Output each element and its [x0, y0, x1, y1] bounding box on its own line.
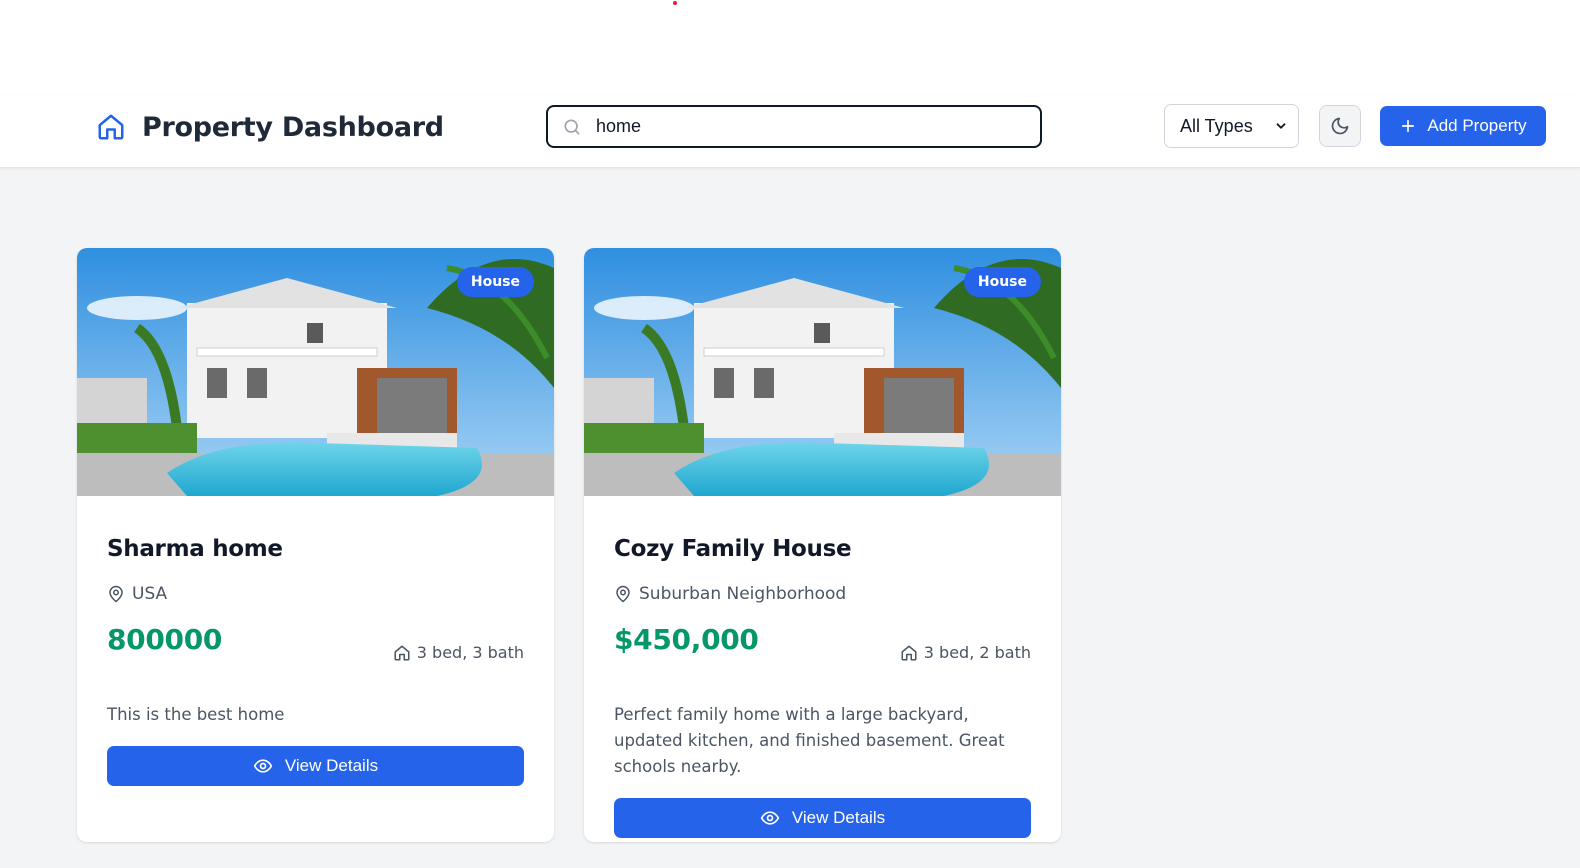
specs-text: 3 bed, 3 bath [416, 643, 524, 662]
view-details-label: View Details [791, 808, 886, 827]
location-text: Suburban Neighborhood [639, 584, 847, 604]
property-image: House [77, 248, 554, 496]
view-details-button[interactable]: View Details [614, 798, 1031, 838]
location-text: USA [132, 584, 168, 604]
price-row: $450,000 3 bed, 2 bath [614, 616, 1031, 662]
home-icon [393, 644, 411, 662]
property-description: This is the best home [107, 705, 285, 724]
property-description: Perfect family home with a large backyar… [614, 705, 1005, 776]
property-image: House [584, 248, 1061, 496]
chevron-down-icon [1274, 119, 1288, 133]
type-filter-value: All Types [1180, 115, 1253, 136]
search-input[interactable] [596, 111, 1016, 142]
add-property-label: Add Property [1427, 116, 1527, 135]
search-icon [562, 117, 582, 137]
map-pin-icon [107, 585, 125, 603]
property-title: Cozy Family House [614, 536, 852, 562]
property-card: House Cozy Family House Suburban Neighbo… [584, 248, 1061, 842]
type-filter-select[interactable]: All Types [1164, 104, 1299, 148]
app-header: Property Dashboard All Types [0, 96, 1580, 168]
moon-icon [1330, 116, 1350, 136]
map-pin-icon [614, 585, 632, 603]
plus-icon [1399, 117, 1417, 135]
view-details-label: View Details [284, 756, 379, 775]
price-row: 800000 3 bed, 3 bath [107, 616, 524, 662]
search-box[interactable] [546, 105, 1042, 148]
type-badge: House [456, 267, 534, 297]
view-details-button[interactable]: View Details [107, 746, 524, 786]
add-property-button[interactable]: Add Property [1380, 106, 1546, 146]
specs-text: 3 bed, 2 bath [923, 643, 1031, 662]
property-title: Sharma home [107, 536, 283, 562]
property-location: USA [107, 584, 524, 604]
home-icon [96, 112, 126, 142]
property-location: Suburban Neighborhood [614, 584, 1031, 604]
theme-toggle-button[interactable] [1319, 105, 1361, 147]
property-grid: House Sharma home USA 800000 3 bed, 3 ba… [77, 248, 1061, 842]
loading-dot [673, 1, 677, 5]
home-icon [900, 644, 918, 662]
property-price: $450,000 [614, 623, 759, 656]
property-card: House Sharma home USA 800000 3 bed, 3 ba… [77, 248, 554, 842]
page-title: Property Dashboard [142, 111, 444, 143]
brand: Property Dashboard [96, 109, 444, 145]
top-blank-area [0, 0, 1580, 96]
eye-icon [253, 756, 273, 776]
property-specs: 3 bed, 2 bath [900, 643, 1031, 662]
eye-icon [760, 808, 780, 828]
type-badge: House [963, 267, 1041, 297]
property-specs: 3 bed, 3 bath [393, 643, 524, 662]
property-price: 800000 [107, 623, 223, 656]
